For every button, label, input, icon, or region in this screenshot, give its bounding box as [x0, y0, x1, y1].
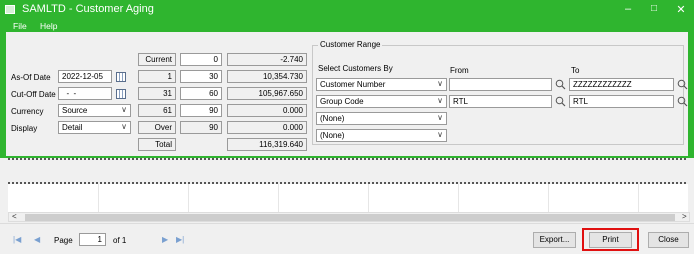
select-by-1[interactable]: Customer Number: [316, 78, 447, 91]
grid-column-divider: [458, 184, 459, 212]
aging-to-current[interactable]: 0: [180, 53, 222, 66]
cut-off-date-label: Cut-Off Date: [11, 90, 56, 99]
page-count-label: of 1: [113, 236, 127, 245]
aging-label-3: 61: [138, 104, 176, 117]
from-label: From: [450, 66, 469, 75]
prev-page-icon[interactable]: ◀: [34, 235, 40, 244]
currency-label: Currency: [11, 107, 44, 116]
from-field-2[interactable]: RTL: [449, 95, 552, 108]
aging-label-current: Current: [138, 53, 176, 66]
minimize-button[interactable]: –: [621, 3, 635, 15]
window-title: SAMLTD - Customer Aging: [22, 3, 154, 15]
aging-to-over: 90: [180, 121, 222, 134]
aging-to-3[interactable]: 90: [180, 104, 222, 117]
aging-total-label: Total: [138, 138, 176, 151]
app-icon: [5, 5, 15, 14]
maximize-button[interactable]: □: [647, 3, 661, 14]
close-window-button[interactable]: ✕: [674, 3, 688, 16]
grid-column-divider: [98, 184, 99, 212]
menu-bar: File Help: [0, 20, 694, 32]
aging-total-amount: 116,319.640: [227, 138, 307, 151]
aging-to-2[interactable]: 60: [180, 87, 222, 100]
grid-column-divider: [278, 184, 279, 212]
aging-label-1: 1: [138, 70, 176, 83]
from-field-1[interactable]: [449, 78, 552, 91]
window-frame-right: [688, 32, 694, 156]
grid-column-divider: [188, 184, 189, 212]
next-page-icon[interactable]: ▶: [162, 235, 168, 244]
page-label: Page: [54, 236, 73, 245]
finder-icon[interactable]: [677, 79, 688, 90]
display-label: Display: [11, 124, 38, 133]
as-of-date-field[interactable]: 2022-12-05: [58, 70, 112, 83]
to-label: To: [571, 66, 580, 75]
horizontal-scrollbar[interactable]: < >: [8, 212, 690, 222]
title-bar: SAMLTD - Customer Aging – □ ✕: [0, 0, 694, 20]
select-by-4[interactable]: (None): [316, 129, 447, 142]
to-field-1[interactable]: ZZZZZZZZZZZZ: [569, 78, 674, 91]
torn-edge-top: [8, 158, 688, 160]
grid-column-divider: [548, 184, 549, 212]
menu-help[interactable]: Help: [40, 21, 57, 31]
scroll-right-icon[interactable]: >: [682, 212, 687, 221]
print-button[interactable]: Print: [589, 232, 632, 248]
page-number-field[interactable]: 1: [79, 233, 106, 246]
calendar-icon[interactable]: [116, 89, 126, 99]
select-by-3[interactable]: (None): [316, 112, 447, 125]
first-page-icon[interactable]: |◀: [13, 235, 21, 244]
scroll-left-icon[interactable]: <: [12, 212, 17, 221]
calendar-icon[interactable]: [116, 72, 126, 82]
finder-icon[interactable]: [677, 96, 688, 107]
aging-amount-3: 0.000: [227, 104, 307, 117]
customer-range-title: Customer Range: [318, 40, 383, 49]
close-button[interactable]: Close: [648, 232, 689, 248]
aging-label-over: Over: [138, 121, 176, 134]
aging-amount-current: -2.740: [227, 53, 307, 66]
select-by-2[interactable]: Group Code: [316, 95, 447, 108]
select-by-label: Select Customers By: [318, 64, 393, 73]
results-grid[interactable]: [8, 184, 688, 212]
scroll-thumb[interactable]: [25, 214, 675, 221]
grid-column-divider: [368, 184, 369, 212]
aging-to-1[interactable]: 30: [180, 70, 222, 83]
menu-file[interactable]: File: [13, 21, 27, 31]
aging-amount-over: 0.000: [227, 121, 307, 134]
to-field-2[interactable]: RTL: [569, 95, 674, 108]
aging-amount-2: 105,967.650: [227, 87, 307, 100]
grid-column-divider: [638, 184, 639, 212]
last-page-icon[interactable]: ▶|: [176, 235, 184, 244]
finder-icon[interactable]: [555, 96, 566, 107]
export-button[interactable]: Export...: [533, 232, 576, 248]
cut-off-date-field[interactable]: - -: [58, 87, 112, 100]
aging-label-2: 31: [138, 87, 176, 100]
as-of-date-label: As-Of Date: [11, 73, 51, 82]
finder-icon[interactable]: [555, 79, 566, 90]
currency-select[interactable]: Source: [58, 104, 131, 117]
aging-amount-1: 10,354.730: [227, 70, 307, 83]
display-select[interactable]: Detail: [58, 121, 131, 134]
